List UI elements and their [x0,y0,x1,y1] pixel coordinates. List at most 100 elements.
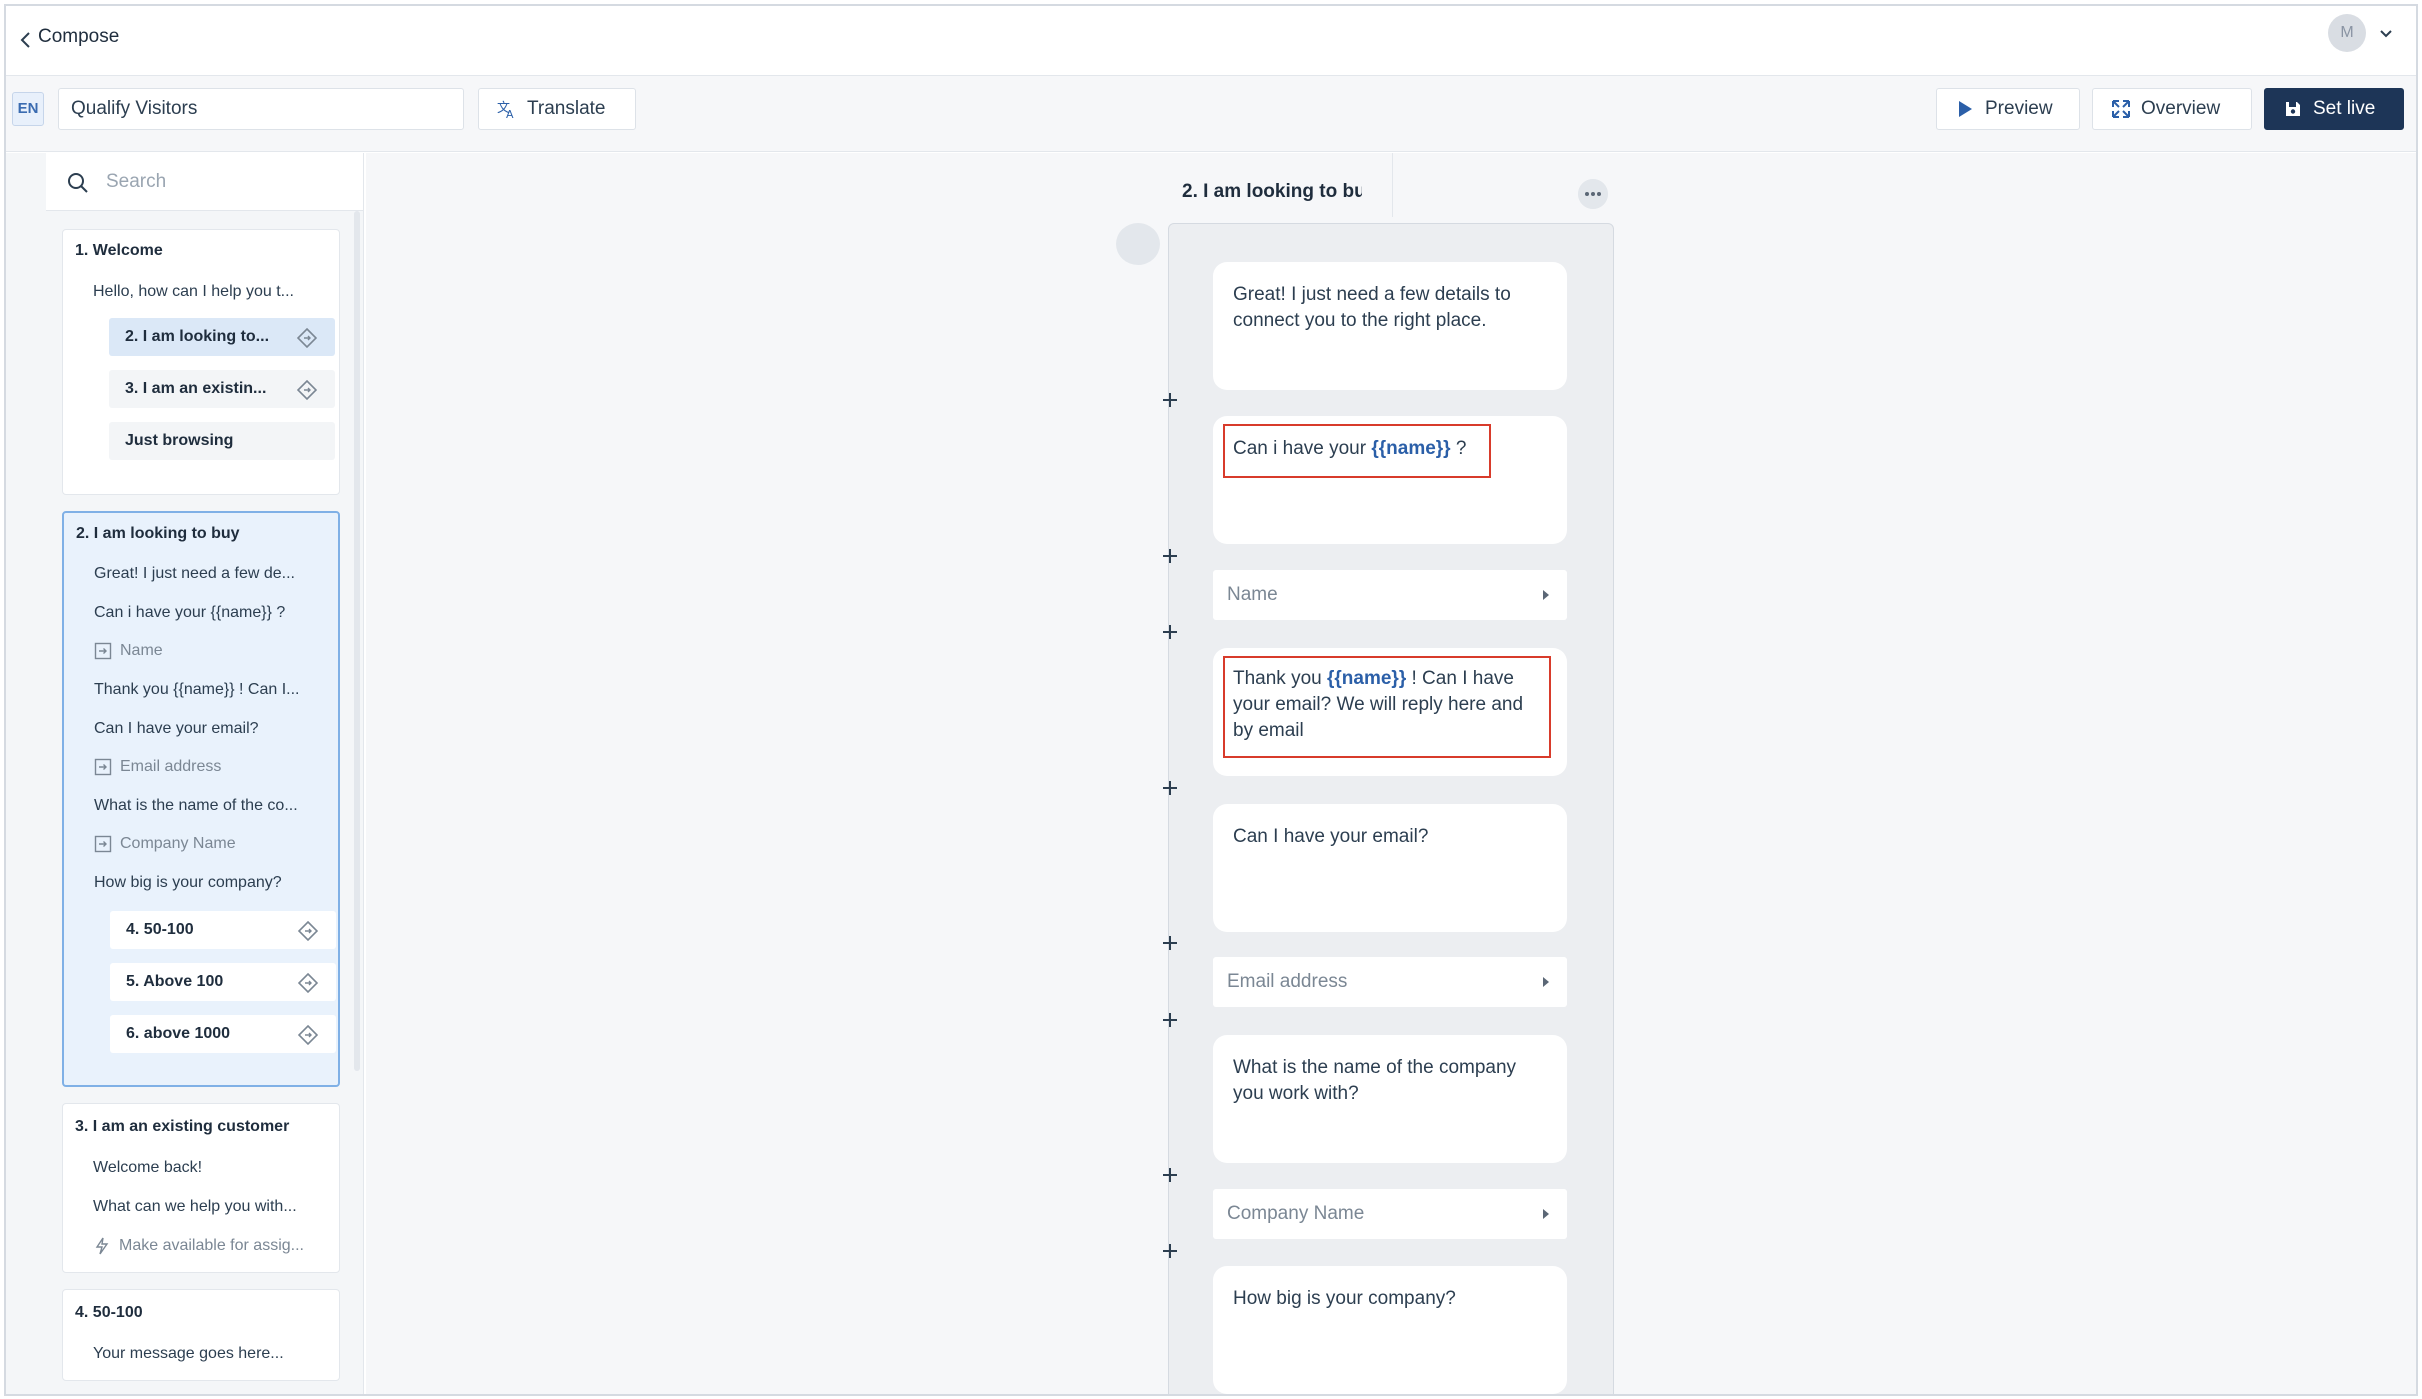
action-label: Make available for assig... [119,1237,304,1254]
translate-icon: 文A [497,101,514,119]
card-message-line: Can I have your email? [94,720,259,737]
flow-canvas: 2. I am looking to bu Great! I just need… [366,153,2416,1394]
caret-right-icon [1543,1209,1549,1219]
branch-icon [298,921,318,941]
message-bubble[interactable]: How big is your company? [1213,1266,1567,1394]
card-option[interactable]: 5. Above 100 [110,963,336,1001]
plus-icon[interactable] [1161,547,1179,565]
input-label: Email address [120,758,222,775]
language-badge[interactable]: EN [12,92,44,126]
more-options-icon[interactable] [1578,179,1608,209]
message-bubble[interactable]: Thank you {{name}} ! Can I have your ema… [1213,648,1567,776]
sidebar-card-existing-customer[interactable]: 3. I am an existing customer Welcome bac… [62,1103,340,1273]
plus-icon[interactable] [1161,391,1179,409]
branch-icon [297,328,317,348]
card-title: 1. Welcome [75,242,163,259]
card-message-line: What can we help you with... [93,1198,297,1215]
plus-icon[interactable] [1161,1166,1179,1184]
plus-icon[interactable] [1161,1011,1179,1029]
input-field-icon [94,758,112,776]
sidebar-card-looking-to-buy[interactable]: 2. I am looking to buy Great! I just nee… [62,511,340,1087]
highlight-box [1223,424,1491,478]
input-label: Company Name [120,835,236,852]
card-message-line: How big is your company? [94,874,282,891]
app-window: Compose M EN 文A Translate Preview Overvi… [4,4,2418,1396]
sidebar-gutter [6,153,46,1394]
sidebar-scrollbar[interactable] [354,211,360,1071]
sidebar-card-50-100[interactable]: 4. 50-100 Your message goes here... [62,1289,340,1381]
sidebar: 1. Welcome Hello, how can I help you t..… [46,153,364,1394]
chevron-down-icon[interactable] [2378,26,2394,42]
name-input-block[interactable]: Name [1213,570,1567,620]
card-option[interactable]: 3. I am an existin... [109,370,335,408]
page-title: Compose [38,26,120,47]
preview-button[interactable]: Preview [1936,88,2080,130]
avatar[interactable]: M [2328,14,2366,52]
preview-label: Preview [1985,98,2053,119]
message-bubble[interactable]: What is the name of the company you work… [1213,1035,1567,1163]
card-option[interactable]: 6. above 1000 [110,1015,336,1053]
expand-icon [2112,100,2130,118]
column-title[interactable]: 2. I am looking to bu [1182,181,1362,203]
card-message-line: Hello, how can I help you t... [93,283,294,300]
option-label: 6. above 1000 [126,1025,231,1042]
branch-icon [297,380,317,400]
translate-button[interactable]: 文A Translate [478,88,636,130]
input-label: Company Name [1227,1203,1365,1224]
card-message-line: Can i have your {{name}} ? [94,604,286,621]
card-message-line: Great! I just need a few de... [94,565,295,582]
svg-text:A: A [506,108,514,119]
sidebar-card-welcome[interactable]: 1. Welcome Hello, how can I help you t..… [62,229,340,495]
search-icon [68,173,88,193]
branch-icon [298,973,318,993]
card-option[interactable]: 2. I am looking to... [109,318,335,356]
toolbar: EN 文A Translate Preview Overview Set liv… [6,76,2416,152]
card-message-line: Thank you {{name}} ! Can I... [94,681,300,698]
input-label: Name [120,642,163,659]
translate-label: Translate [527,98,606,119]
search-input[interactable] [106,165,346,199]
header-bar: Compose M [6,6,2416,76]
plus-icon[interactable] [1161,934,1179,952]
search-bar [46,153,363,211]
set-live-button[interactable]: Set live [2264,88,2404,130]
save-icon [2286,102,2300,116]
message-bubble[interactable]: Great! I just need a few details to conn… [1213,262,1567,390]
message-text: Can I have your email? [1233,826,1429,847]
plus-icon[interactable] [1161,779,1179,797]
back-arrow-icon[interactable] [14,28,38,52]
set-live-label: Set live [2313,98,2376,119]
option-label: 4. 50-100 [126,921,194,938]
message-text: How big is your company? [1233,1288,1456,1309]
card-message-line: Your message goes here... [93,1345,284,1362]
input-field-icon [94,642,112,660]
caret-right-icon [1543,977,1549,987]
branch-icon [298,1025,318,1045]
play-icon [1959,101,1972,117]
card-message-line: What is the name of the co... [94,797,298,814]
card-input-line: Name [94,642,163,660]
option-label: 5. Above 100 [126,973,224,990]
card-title: 2. I am looking to buy [76,525,240,542]
card-action-line: Make available for assig... [93,1237,304,1255]
campaign-name-input[interactable] [58,88,464,130]
input-label: Name [1227,584,1278,605]
plus-icon[interactable] [1161,1242,1179,1260]
card-option[interactable]: Just browsing [109,422,335,460]
message-column: Great! I just need a few details to conn… [1163,223,1614,1394]
email-input-block[interactable]: Email address [1213,957,1567,1007]
card-input-line: Email address [94,758,221,776]
plus-icon[interactable] [1161,623,1179,641]
card-message-line: Welcome back! [93,1159,203,1176]
company-input-block[interactable]: Company Name [1213,1189,1567,1239]
column-divider [1392,153,1393,217]
message-bubble[interactable]: Can I have your email? [1213,804,1567,932]
overview-button[interactable]: Overview [2092,88,2252,130]
lightning-icon [95,1237,109,1255]
message-bubble[interactable]: Can i have your {{name}} ? [1213,416,1567,544]
option-label: 3. I am an existin... [125,380,267,397]
option-label: 2. I am looking to... [125,328,270,345]
bot-avatar [1116,223,1160,265]
message-text: What is the name of the company you work… [1233,1057,1517,1104]
card-option[interactable]: 4. 50-100 [110,911,336,949]
